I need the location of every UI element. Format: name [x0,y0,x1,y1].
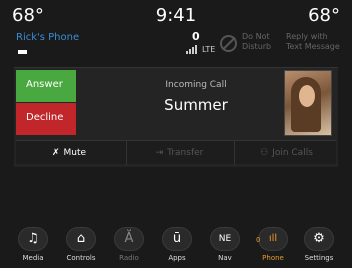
antenna-icon: Ă [114,227,144,251]
head-unit-screen: 68° 9:41 68° Rick's Phone 0 LTE Do Not D… [0,0,352,268]
call-actions-bar: ✗ Mute ⇥ Transfer ⚇ Join Calls [16,140,338,165]
phone-signal-icon: ıll [258,227,288,251]
gear-icon: ⚙ [304,227,334,251]
mute-label: Mute [63,148,87,158]
do-not-disturb-button[interactable]: Do Not Disturb [242,32,282,52]
nav-item-nav[interactable]: NE Nav [202,226,248,266]
nav-item-controls[interactable]: ⌂ Controls [58,226,104,266]
connected-phone-name: Rick's Phone [16,32,80,43]
status-bar: 68° 9:41 68° [6,5,346,31]
join-calls-label: Join Calls [272,148,313,158]
battery-icon [18,50,27,54]
caller-photo-face [299,85,315,107]
answer-button[interactable]: Answer [16,70,76,102]
join-calls-icon: ⚇ [260,148,269,158]
notification-count: 0 [192,30,200,43]
passenger-temperature[interactable]: 68° [308,5,340,26]
network-type: LTE [202,45,216,54]
call-status: Incoming Call [165,80,227,90]
mute-button[interactable]: ✗ Mute [16,141,122,165]
apps-icon: ū [162,227,192,251]
seat-icon: ⌂ [66,227,96,251]
decline-button[interactable]: Decline [16,103,76,135]
music-note-icon: ♫ [18,227,48,251]
microphone-mute-icon: ✗ [51,148,60,158]
nav-label-media: Media [22,254,44,262]
join-calls-button[interactable]: ⚇ Join Calls [234,141,338,165]
transfer-icon: ⇥ [155,148,164,158]
nav-item-media[interactable]: ♫ Media [10,226,56,266]
phone-badge: 0 [256,236,261,244]
reply-with-text-button[interactable]: Reply with Text Message [286,32,346,52]
do-not-disturb-icon[interactable] [220,35,237,52]
incoming-call-panel: Answer Decline Incoming Call Summer ✗ Mut… [14,67,338,167]
nav-item-radio[interactable]: Ă Radio [106,226,152,266]
nav-label-radio: Radio [119,254,139,262]
compass-icon: NE [210,227,240,251]
clock: 9:41 [155,5,197,26]
nav-label-apps: Apps [168,254,186,262]
nav-label-nav: Nav [218,254,232,262]
nav-label-controls: Controls [66,254,96,262]
signal-strength-icon [186,45,197,54]
nav-item-settings[interactable]: ⚙ Settings [296,226,342,266]
transfer-button[interactable]: ⇥ Transfer [126,141,232,165]
phone-info-bar: Rick's Phone 0 LTE Do Not Disturb Reply … [14,30,340,64]
nav-label-settings: Settings [304,254,334,262]
nav-item-apps[interactable]: ū Apps [154,226,200,266]
bottom-nav-bar: ♫ Media ⌂ Controls Ă Radio ū Apps NE Nav… [10,226,342,266]
nav-label-phone: Phone [262,254,284,262]
caller-photo [284,70,332,136]
nav-item-phone[interactable]: ıll 0 Phone [250,226,296,266]
transfer-label: Transfer [167,148,204,158]
caller-name: Summer [164,96,228,114]
